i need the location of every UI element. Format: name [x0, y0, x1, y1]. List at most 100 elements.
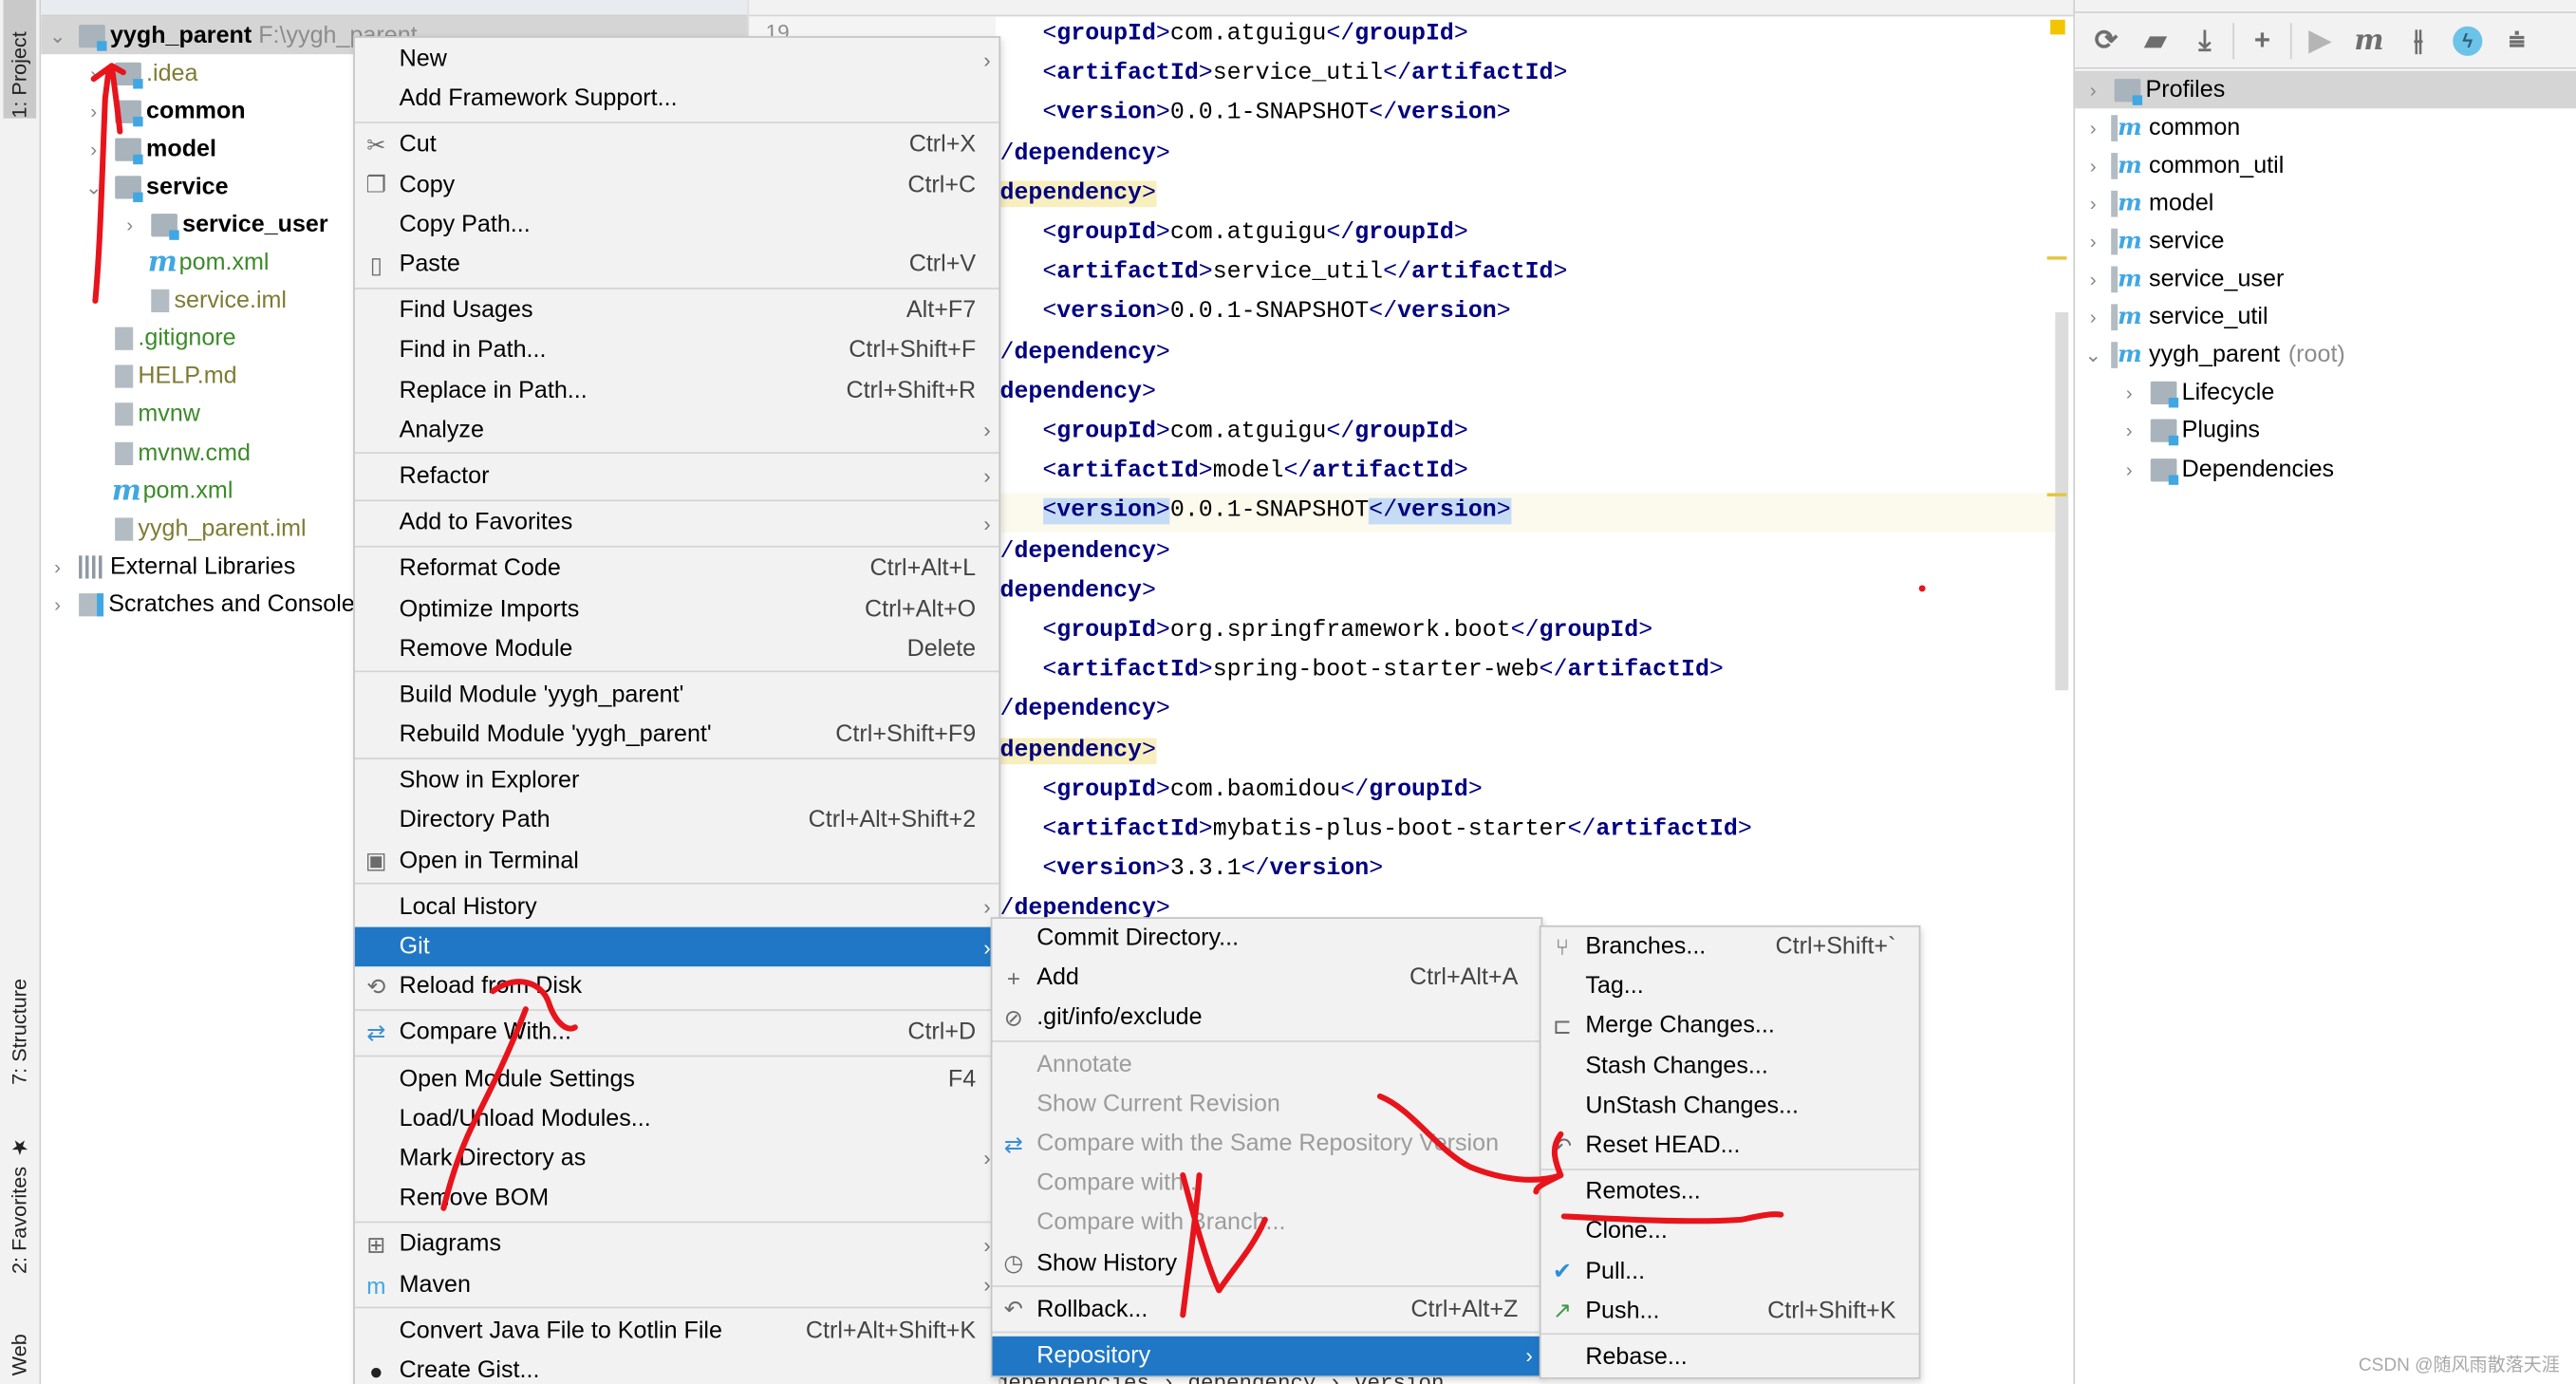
menu-item-new[interactable]: New ›: [355, 40, 999, 80]
maven-tree-item[interactable]: › m model: [2075, 184, 2576, 222]
chevron-right-icon[interactable]: ›: [2118, 382, 2140, 404]
code-line[interactable]: </dependency>: [986, 333, 1170, 373]
menu-item-cut[interactable]: ✂ Cut Ctrl+X: [355, 125, 999, 165]
menu-item-show-in-explorer[interactable]: Show in Explorer: [355, 761, 999, 801]
menu-item-remotes[interactable]: Remotes...: [1541, 1172, 1919, 1212]
menu-item-optimize-imports[interactable]: Optimize Imports Ctrl+Alt+O: [355, 589, 999, 629]
code-line[interactable]: <artifactId>mybatis-plus-boot-starter</a…: [986, 811, 1751, 851]
menu-item-git-info-exclude[interactable]: ⊘ .git/info/exclude: [992, 999, 1540, 1038]
menu-item-compare-with-branch[interactable]: Compare with Branch...: [992, 1204, 1540, 1244]
chevron-right-icon[interactable]: ›: [2081, 306, 2104, 328]
menu-item-local-history[interactable]: Local History ›: [355, 888, 999, 927]
favorites-tool-tab[interactable]: 2: Favorites ★: [3, 1117, 36, 1274]
menu-item-mark-directory-as[interactable]: Mark Directory as ›: [355, 1139, 999, 1179]
menu-item-compare-with[interactable]: Compare with...: [992, 1164, 1540, 1204]
chevron-right-icon[interactable]: ›: [2118, 458, 2140, 480]
menu-item-maven[interactable]: m Maven ›: [355, 1264, 999, 1304]
menu-item-add-to-favorites[interactable]: Add to Favorites ›: [355, 503, 999, 543]
chevron-right-icon[interactable]: ›: [119, 214, 141, 236]
error-stripe-mark[interactable]: [2046, 256, 2067, 260]
menu-item-refactor[interactable]: Refactor ›: [355, 457, 999, 496]
error-stripe-mark[interactable]: [2046, 493, 2067, 496]
chevron-right-icon[interactable]: ›: [2081, 154, 2104, 177]
menu-item-add-framework-support[interactable]: Add Framework Support...: [355, 79, 999, 119]
menu-item-convert-java-file-to-kotlin-file[interactable]: Convert Java File to Kotlin File Ctrl+Alt…: [355, 1311, 999, 1351]
menu-item-replace-in-path[interactable]: Replace in Path... Ctrl+Shift+R: [355, 370, 999, 410]
structure-tool-tab[interactable]: 7: Structure: [3, 928, 36, 1085]
menu-item-repository[interactable]: Repository ›: [992, 1336, 1541, 1376]
menu-item-paste[interactable]: ▯ Paste Ctrl+V: [355, 245, 999, 285]
project-tool-tab[interactable]: 1: Project: [3, 0, 37, 119]
code-line[interactable]: <artifactId>service_util</artifactId>: [986, 54, 1567, 94]
code-line[interactable]: <groupId>com.baomidou</groupId>: [986, 771, 1482, 811]
menu-item-reformat-code[interactable]: Reformat Code Ctrl+Alt+L: [355, 550, 999, 589]
maven-tree-item[interactable]: ⌄ m yygh_parent (root): [2075, 336, 2576, 374]
chevron-right-icon[interactable]: ›: [2081, 230, 2104, 252]
menu-item-copy[interactable]: ❐ Copy Ctrl+C: [355, 165, 999, 205]
menu-item-push[interactable]: ↗ Push... Ctrl+Shift+K: [1541, 1291, 1919, 1331]
menu-item-merge-changes[interactable]: ⊏ Merge Changes...: [1541, 1006, 1919, 1046]
menu-item-rebuild-module-yygh-parent[interactable]: Rebuild Module 'yygh_parent' Ctrl+Shift+F…: [355, 715, 999, 755]
maven-tree-item[interactable]: › m service_util: [2075, 298, 2576, 336]
maven-goal-icon[interactable]: m: [2347, 19, 2390, 62]
code-line[interactable]: <version>0.0.1-SNAPSHOT</version>: [986, 492, 1511, 532]
menu-item-show-current-revision[interactable]: Show Current Revision: [992, 1084, 1540, 1124]
add-icon[interactable]: +: [2241, 19, 2284, 62]
menu-item-add[interactable]: + Add Ctrl+Alt+A: [992, 959, 1540, 999]
menu-item-compare-with-the-same-repository-version[interactable]: ⇄ Compare with the Same Repository Versio…: [992, 1124, 1540, 1164]
menu-item-reset-head[interactable]: ↶ Reset HEAD...: [1541, 1126, 1919, 1166]
menu-item-open-module-settings[interactable]: Open Module Settings F4: [355, 1059, 999, 1099]
maven-tree-item[interactable]: › Dependencies: [2075, 450, 2576, 488]
maven-tree-item[interactable]: › m common_util: [2075, 146, 2576, 184]
menu-item-load-unload-modules[interactable]: Load/Unload Modules...: [355, 1099, 999, 1139]
menu-item-rollback[interactable]: ↶ Rollback... Ctrl+Alt+Z: [992, 1290, 1540, 1330]
menu-item-remove-bom[interactable]: Remove BOM: [355, 1179, 999, 1219]
code-line[interactable]: <dependency>: [985, 731, 1156, 771]
code-line[interactable]: <groupId>com.atguigu</groupId>: [986, 15, 1467, 55]
chevron-right-icon[interactable]: ›: [83, 100, 105, 122]
chevron-right-icon[interactable]: ›: [2081, 268, 2104, 290]
code-line[interactable]: </dependency>: [986, 691, 1170, 731]
menu-item-rebase[interactable]: Rebase...: [1541, 1337, 1919, 1377]
code-line[interactable]: </dependency>: [986, 532, 1170, 571]
menu-item-commit-directory[interactable]: Commit Directory...: [992, 919, 1540, 959]
maven-tree-item[interactable]: › Lifecycle: [2075, 374, 2576, 412]
menu-item-annotate[interactable]: Annotate: [992, 1045, 1540, 1085]
menu-item-build-module-yygh-parent[interactable]: Build Module 'yygh_parent': [355, 675, 999, 715]
menu-item-git[interactable]: Git ›: [354, 926, 999, 967]
chevron-right-icon[interactable]: ›: [46, 555, 68, 578]
code-line[interactable]: <groupId>com.atguigu</groupId>: [986, 214, 1467, 253]
menu-item-pull[interactable]: ✔ Pull...: [1541, 1252, 1919, 1292]
menu-item-copy-path[interactable]: Copy Path...: [355, 205, 999, 245]
menu-item-analyze[interactable]: Analyze ›: [355, 410, 999, 450]
menu-item-diagrams[interactable]: ⊞ Diagrams ›: [355, 1225, 999, 1264]
maven-tree-item[interactable]: › Plugins: [2075, 412, 2576, 450]
code-line[interactable]: <version>0.0.1-SNAPSHOT</version>: [986, 293, 1510, 333]
menu-item-compare-with[interactable]: ⇄ Compare With... Ctrl+D: [355, 1013, 999, 1053]
chevron-right-icon[interactable]: ›: [2081, 78, 2104, 101]
code-line[interactable]: <version>0.0.1-SNAPSHOT</version>: [986, 94, 1510, 134]
chevron-right-icon[interactable]: ›: [2118, 420, 2140, 442]
menu-item-reload-from-disk[interactable]: ⟲ Reload from Disk: [355, 966, 999, 1006]
menu-item-tag[interactable]: Tag...: [1541, 967, 1919, 1007]
maven-tree-item[interactable]: › Profiles: [2075, 70, 2576, 109]
chevron-right-icon[interactable]: ›: [2081, 116, 2104, 139]
offline-icon[interactable]: ϟ: [2446, 19, 2489, 62]
chevron-down-icon[interactable]: ⌄: [83, 176, 105, 198]
chevron-right-icon[interactable]: ›: [2081, 192, 2104, 215]
menu-item-show-history[interactable]: ◷ Show History: [992, 1244, 1540, 1283]
menu-item-directory-path[interactable]: Directory Path Ctrl+Alt+Shift+2: [355, 801, 999, 841]
download-icon[interactable]: ⤓: [2183, 19, 2226, 62]
menu-item-clone[interactable]: Clone...: [1541, 1212, 1919, 1252]
maven-tree-item[interactable]: › m common: [2075, 108, 2576, 146]
collapse-icon[interactable]: ⩧: [2495, 19, 2538, 62]
menu-item-find-in-path[interactable]: Find in Path... Ctrl+Shift+F: [355, 331, 999, 371]
chevron-right-icon[interactable]: ›: [83, 138, 105, 160]
run-icon[interactable]: ▶: [2299, 19, 2342, 62]
menu-item-open-in-terminal[interactable]: ▣ Open in Terminal: [355, 841, 999, 881]
editor-scrollbar[interactable]: [2055, 312, 2069, 691]
chevron-right-icon[interactable]: ›: [83, 62, 105, 84]
code-line[interactable]: </dependency>: [986, 134, 1170, 174]
code-line[interactable]: <artifactId>model</artifactId>: [986, 453, 1467, 493]
code-line[interactable]: <groupId>org.springframework.boot</group…: [986, 611, 1652, 651]
